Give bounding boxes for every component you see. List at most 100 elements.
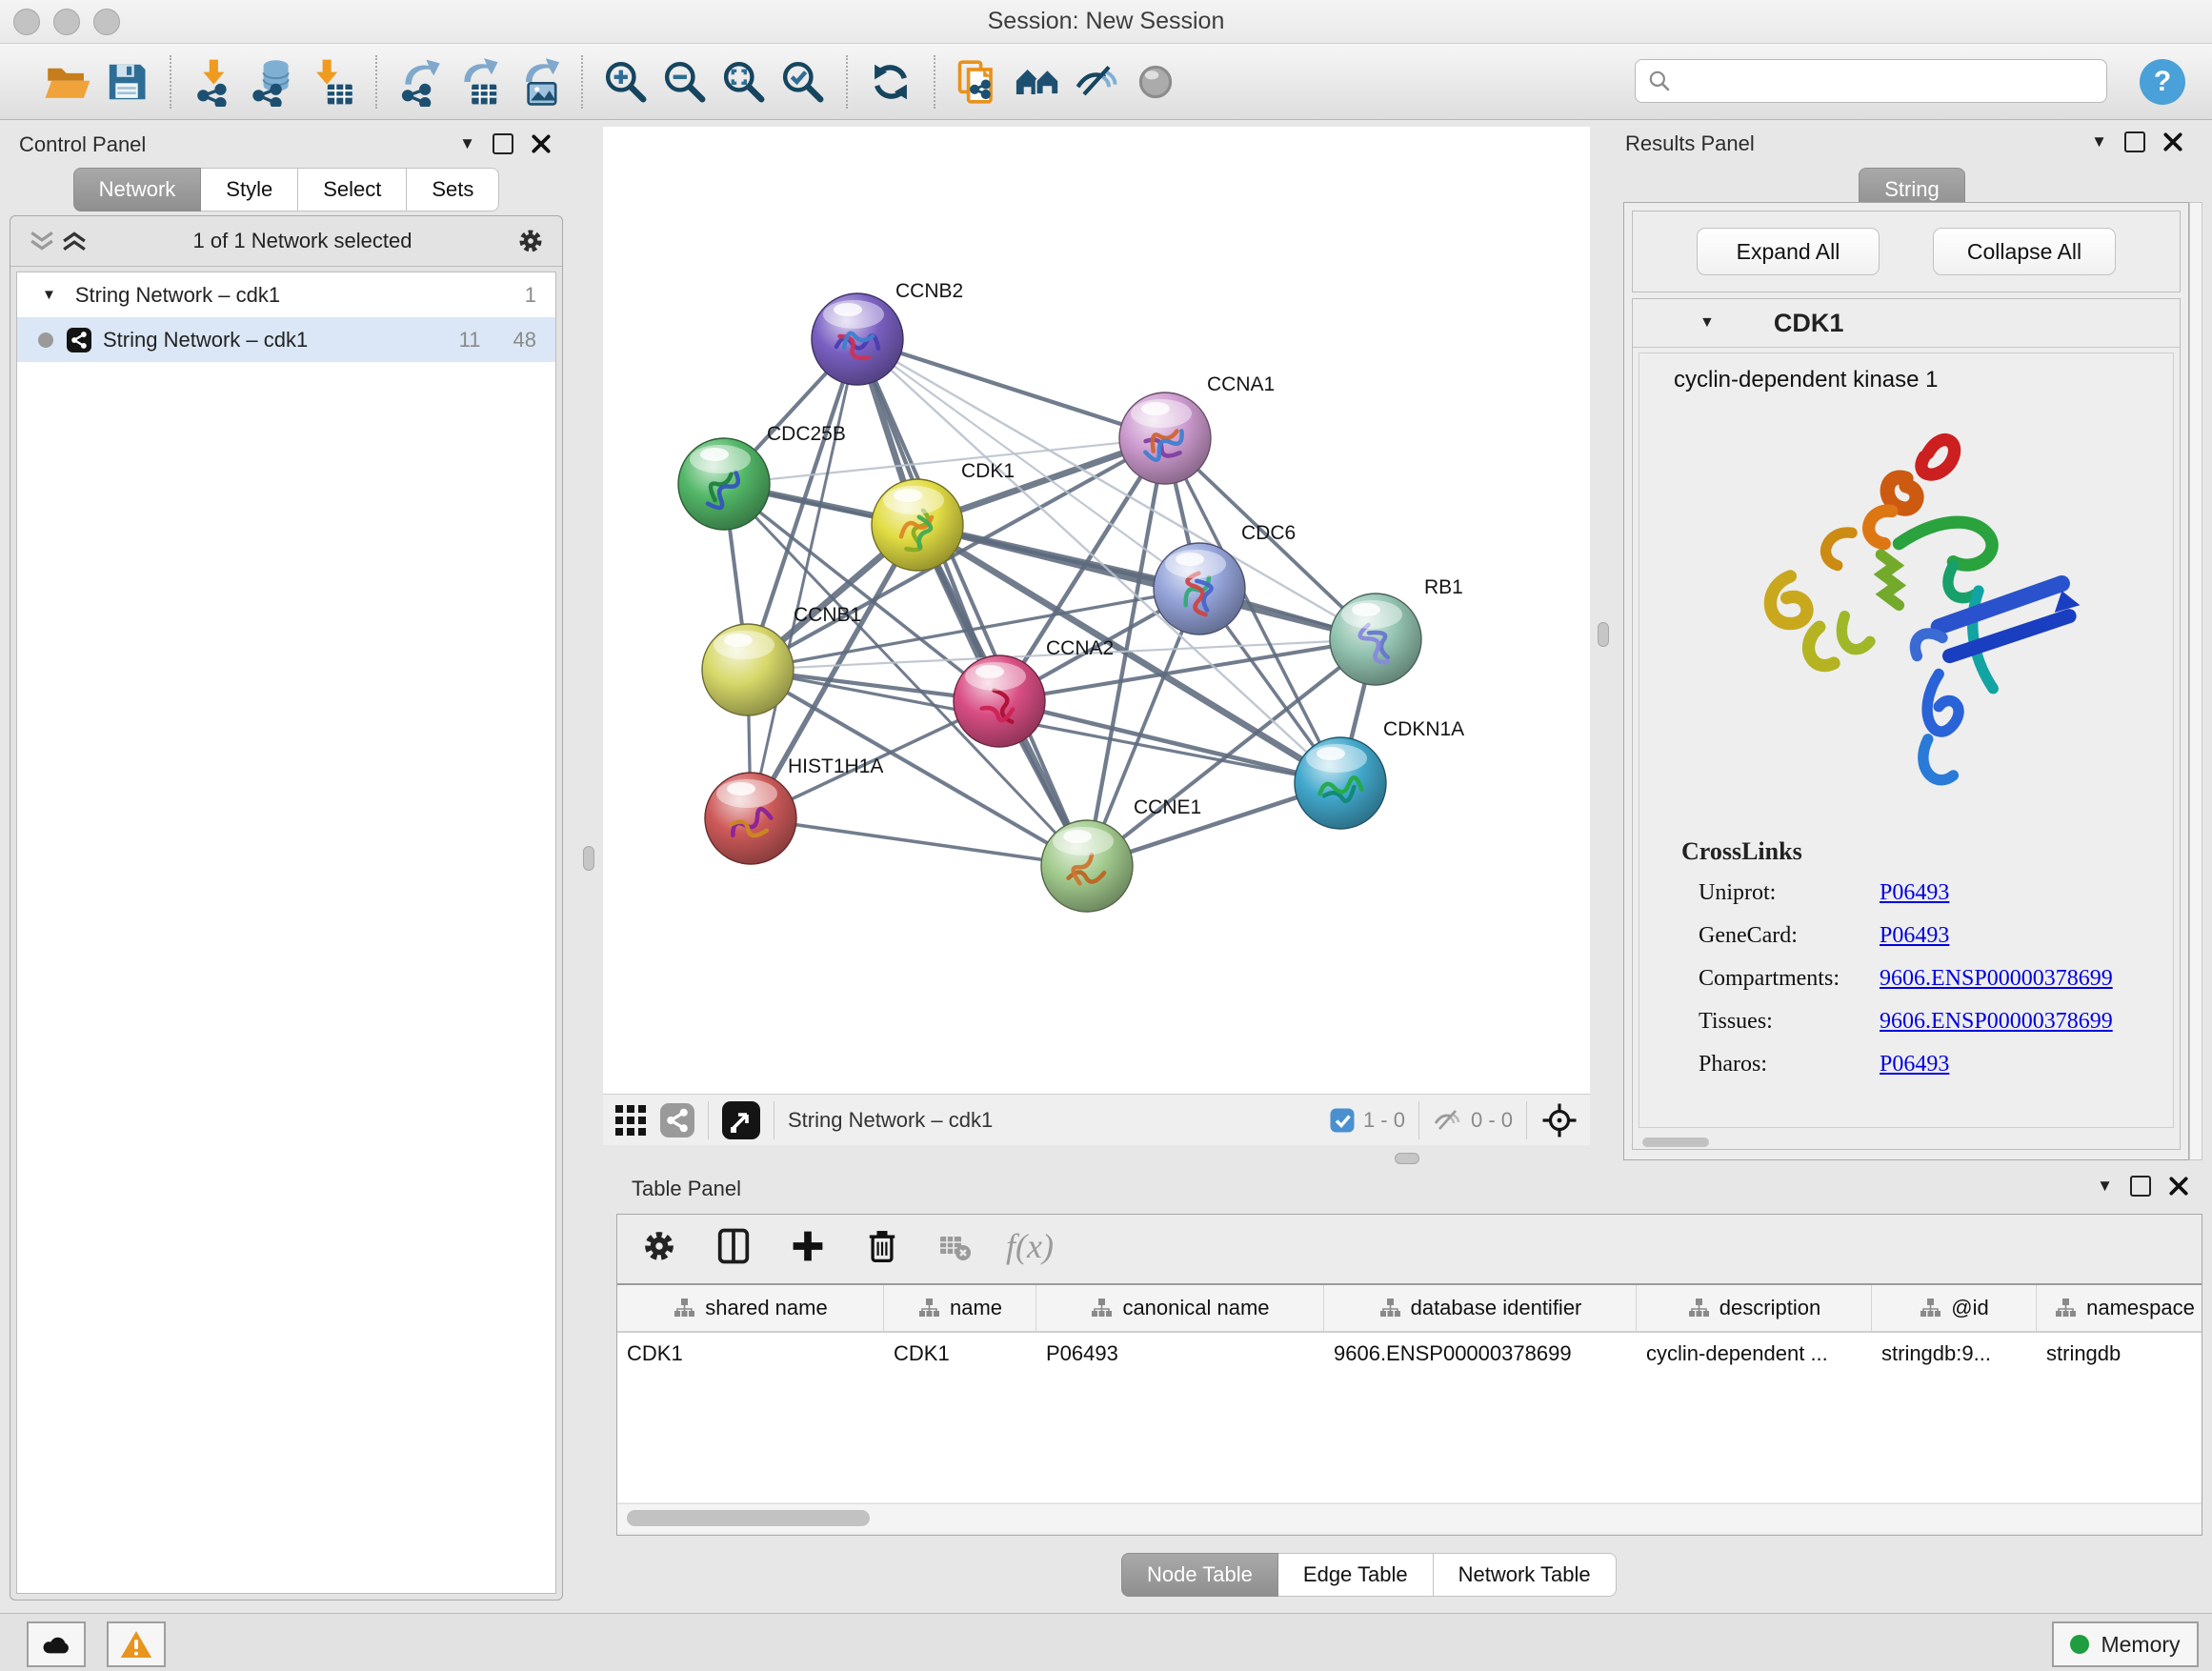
table-cell[interactable]: stringdb [2037,1333,2202,1375]
column-header-description[interactable]: description [1637,1285,1872,1331]
tab-select[interactable]: Select [298,168,407,211]
show-all-button[interactable] [1008,52,1067,111]
table-cell[interactable]: P06493 [1036,1333,1324,1375]
panel-close-icon[interactable] [2162,131,2183,152]
column-header-databaseidentifier[interactable]: database identifier [1324,1285,1637,1331]
expand-all-icon[interactable] [58,229,90,253]
entry-collapse-icon[interactable]: ▼ [1699,314,1715,332]
add-column-icon[interactable] [787,1225,829,1267]
delete-table-icon[interactable] [935,1227,974,1265]
tab-network[interactable]: Network [73,168,202,211]
network-collection-row[interactable]: ▼ String Network – cdk1 1 [17,272,555,317]
tab-node-table[interactable]: Node Table [1121,1553,1278,1597]
edge-CCNB2-CCNE1[interactable] [857,339,1087,866]
node-RB1[interactable]: RB1 [1330,576,1463,685]
hidden-eye-icon[interactable] [1433,1107,1463,1134]
network-view-icon[interactable] [660,1103,694,1137]
column-header-namespace[interactable]: namespace [2037,1285,2202,1331]
import-network-database-button[interactable] [244,52,303,111]
node-result-header[interactable]: ▼ CDK1 [1633,299,2180,348]
panel-menu-icon[interactable]: ▼ [459,134,475,153]
tab-edge-table[interactable]: Edge Table [1278,1553,1434,1597]
gear-icon[interactable] [514,225,547,257]
memory-button[interactable]: Memory [2052,1621,2199,1667]
table-row[interactable]: CDK1CDK1P064939606.ENSP00000378699cyclin… [617,1333,2202,1375]
table-cell[interactable]: CDK1 [617,1333,884,1375]
network-row[interactable]: String Network – cdk1 11 48 [17,317,555,362]
show-columns-icon[interactable] [713,1225,754,1267]
table-gear-icon[interactable] [638,1225,680,1267]
tab-network-table[interactable]: Network Table [1434,1553,1617,1597]
birdseye-view-icon[interactable] [722,1101,760,1139]
zoom-out-button[interactable] [655,52,714,111]
collapse-all-icon[interactable] [26,229,58,253]
panel-float-icon[interactable] [2124,131,2145,152]
crosslink-link[interactable]: 9606.ENSP00000378699 [1880,1009,2113,1035]
network-graph[interactable]: CCNB2CCNA1CDC25BCDK1CDC6RB1CCNB1CCNA2CDK… [603,127,1590,1094]
tab-sets[interactable]: Sets [407,168,499,211]
table-hscroll-thumb[interactable] [627,1510,870,1526]
crosslink-link[interactable]: P06493 [1880,923,1949,949]
column-header-name[interactable]: name [884,1285,1036,1331]
panel-close-icon[interactable] [531,133,552,154]
import-network-file-button[interactable] [185,52,244,111]
save-session-button[interactable] [97,52,156,111]
refresh-button[interactable] [861,52,920,111]
node-HIST1H1A[interactable]: HIST1H1A [705,755,883,864]
export-image-button[interactable] [509,52,568,111]
expand-all-button[interactable]: Expand All [1697,228,1880,275]
panel-close-icon[interactable] [2168,1176,2189,1197]
zoom-fit-button[interactable] [714,52,774,111]
node-CDK1[interactable]: CDK1 [872,460,1015,571]
splitter-handle[interactable] [1395,1153,1419,1164]
column-header-id[interactable]: @id [1872,1285,2037,1331]
zoom-in-button[interactable] [596,52,655,111]
open-session-button[interactable] [38,52,97,111]
export-network-button[interactable] [391,52,450,111]
zoom-selected-button[interactable] [774,52,833,111]
edge-CCNB2-CCNA1[interactable] [857,339,1165,438]
grid-view-icon[interactable] [614,1104,647,1137]
column-header-sharedname[interactable]: shared name [617,1285,884,1331]
crosslink-link[interactable]: P06493 [1880,1052,1949,1077]
graphics-details-button[interactable] [1067,52,1126,111]
table-horizontal-scrollbar[interactable] [617,1503,2202,1533]
edge-HIST1H1A-CCNE1[interactable] [751,818,1087,866]
network-view-canvas[interactable]: CCNB2CCNA1CDC25BCDK1CDC6RB1CCNB1CCNA2CDK… [603,127,1590,1094]
crosslink-link[interactable]: 9606.ENSP00000378699 [1880,966,2113,992]
vertical-scrollbar-track[interactable] [2189,202,2202,1160]
table-cell[interactable]: CDK1 [884,1333,1036,1375]
first-neighbors-button[interactable] [949,52,1008,111]
node-CDC6[interactable]: CDC6 [1154,522,1296,634]
table-cell[interactable]: stringdb:9... [1872,1333,2037,1375]
panel-menu-icon[interactable]: ▼ [2091,132,2107,151]
panel-float-icon[interactable] [2130,1176,2151,1197]
splitter-handle[interactable] [583,846,594,871]
edge-HIST1H1A-CCNB2[interactable] [751,339,857,818]
selected-checkbox-icon[interactable] [1329,1107,1356,1134]
column-header-canonicalname[interactable]: canonical name [1036,1285,1324,1331]
node-CCNA1[interactable]: CCNA1 [1119,373,1275,484]
collapse-all-button[interactable]: Collapse All [1933,228,2116,275]
horizontal-scrollbar-thumb[interactable] [1642,1137,1709,1147]
warnings-button[interactable] [107,1621,166,1667]
collection-expand-icon[interactable]: ▼ [42,287,56,303]
function-builder-icon[interactable]: f(x) [1006,1226,1054,1266]
table-cell[interactable]: 9606.ENSP00000378699 [1324,1333,1637,1375]
node-CCNB2[interactable]: CCNB2 [812,280,963,385]
automation-status-button[interactable] [27,1621,86,1667]
search-input[interactable] [1672,68,2106,94]
table-cell[interactable]: cyclin-dependent ... [1637,1333,1872,1375]
import-table-file-button[interactable] [303,52,362,111]
help-button[interactable]: ? [2140,59,2185,105]
panel-float-icon[interactable] [493,133,513,154]
splitter-handle[interactable] [1598,622,1609,647]
panel-menu-icon[interactable]: ▼ [2097,1177,2113,1196]
tab-style[interactable]: Style [201,168,298,211]
fit-content-crosshair-icon[interactable] [1540,1101,1579,1139]
node-CCNB1[interactable]: CCNB1 [702,604,861,715]
highlight-toggle-button[interactable] [1126,52,1185,111]
crosslink-link[interactable]: P06493 [1880,880,1949,906]
export-table-button[interactable] [450,52,509,111]
node-CDKN1A[interactable]: CDKN1A [1295,718,1464,829]
